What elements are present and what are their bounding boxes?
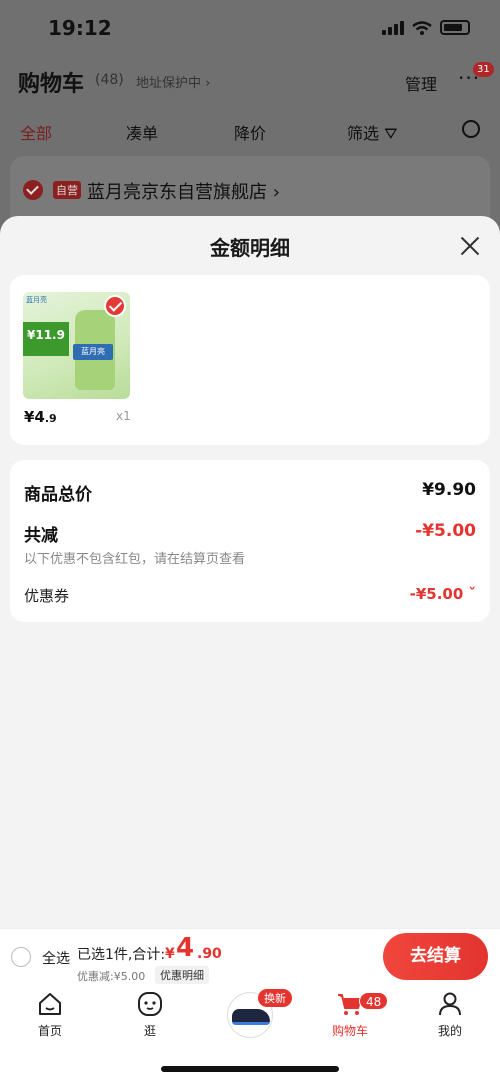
filter-screen-label: 筛选 [347, 124, 380, 143]
brand-logo: 蓝月亮 [26, 296, 47, 304]
tab-browse[interactable]: 逛 [115, 990, 185, 1039]
search-icon[interactable] [462, 120, 480, 138]
tab-cart-label: 购物车 [331, 1024, 368, 1038]
total-value: ¥9.90 [422, 480, 476, 500]
checkout-button[interactable]: 去结算 [383, 933, 488, 980]
home-icon [39, 993, 61, 1015]
close-icon[interactable] [458, 234, 482, 258]
status-time: 19:12 [48, 16, 112, 40]
filter-all[interactable]: 全部 [20, 120, 52, 144]
select-all-label[interactable]: 全选 [42, 948, 70, 968]
more-badge: 31 [473, 62, 494, 77]
checkout-bar: 全选 已选1件,合计: ¥ 4 .90 优惠减:¥5.00 优惠明细 去结算 [0, 928, 500, 984]
tab-home[interactable]: 首页 [15, 990, 85, 1039]
total-dec: .90 [197, 946, 222, 962]
image-price-label: ¥11.9 [27, 328, 65, 342]
filter-bar: 全部 凑单 降价 筛选 ⛛ [0, 116, 500, 144]
shoe-icon [232, 1009, 270, 1025]
product-quantity: x1 [116, 409, 131, 423]
product-checkbox[interactable] [104, 295, 126, 317]
browse-face-icon [138, 992, 162, 1016]
reduce-label: 共减 [24, 526, 58, 546]
self-operated-tag: 自营 [53, 181, 81, 199]
sheet-title: 金额明细 [210, 236, 290, 260]
product-price-dec: .9 [44, 412, 57, 425]
cart-count: (48) [95, 72, 124, 88]
coupon-label: 优惠券 [24, 587, 70, 605]
tab-mine[interactable]: 我的 [415, 990, 485, 1039]
battery-icon [440, 20, 470, 35]
total-yen: ¥ [165, 946, 175, 962]
background-page: 19:12 购物车 (48) 地址保护中 › 管理 ··· 31 全部 凑单 降… [0, 0, 500, 240]
product-card: 蓝月亮 ¥11.9 蓝月亮 ¥4.9 x1 [10, 275, 490, 445]
address-protect-link[interactable]: 地址保护中 › [136, 72, 210, 91]
promo-tag: 换新 [258, 989, 292, 1007]
bottle-brand-label: 蓝月亮 [73, 344, 113, 360]
status-bar: 19:12 [0, 0, 500, 56]
wifi-icon [412, 20, 432, 35]
filter-screen[interactable]: 筛选 ⛛ [347, 120, 398, 144]
discount-detail-button[interactable]: 优惠明细 [155, 966, 209, 984]
cart-header: 购物车 (48) 地址保护中 › 管理 ··· 31 [18, 62, 494, 98]
funnel-icon: ⛛ [384, 124, 398, 143]
manage-button[interactable]: 管理 [405, 71, 437, 95]
cart-badge: 48 [359, 992, 389, 1010]
coupon-value[interactable]: -¥5.00 ˇ [410, 585, 476, 603]
signal-icon [382, 20, 404, 35]
filter-bundle[interactable]: 凑单 [126, 120, 158, 144]
product-price-int: ¥4 [24, 408, 45, 426]
person-icon [439, 992, 461, 1016]
discount-note: 以下优惠不包含红包，请在结算页查看 [24, 552, 246, 567]
select-all-radio[interactable] [11, 947, 31, 967]
total-label: 商品总价 [24, 485, 92, 505]
store-name[interactable]: 蓝月亮京东自营旗舰店 › [87, 178, 280, 204]
tab-browse-label: 逛 [143, 1024, 156, 1038]
tab-cart[interactable]: 购物车 48 [315, 990, 389, 1039]
tab-home-label: 首页 [37, 1024, 62, 1038]
status-icons [382, 20, 470, 35]
reduce-value: -¥5.00 [415, 521, 476, 541]
store-checkbox[interactable] [23, 180, 43, 200]
summary-card: 商品总价 ¥9.90 共减 -¥5.00 以下优惠不包含红包，请在结算页查看 优… [10, 460, 490, 622]
filter-price-drop[interactable]: 降价 [234, 120, 266, 144]
discount-text: 优惠减:¥5.00 [77, 970, 146, 983]
home-indicator [161, 1066, 339, 1072]
total-int: 4 [176, 933, 195, 963]
tab-mine-label: 我的 [437, 1024, 462, 1038]
cart-title: 购物车 [18, 72, 85, 97]
selected-count-text: 已选1件,合计: [77, 947, 166, 963]
product-price: ¥4.9 [24, 408, 57, 426]
